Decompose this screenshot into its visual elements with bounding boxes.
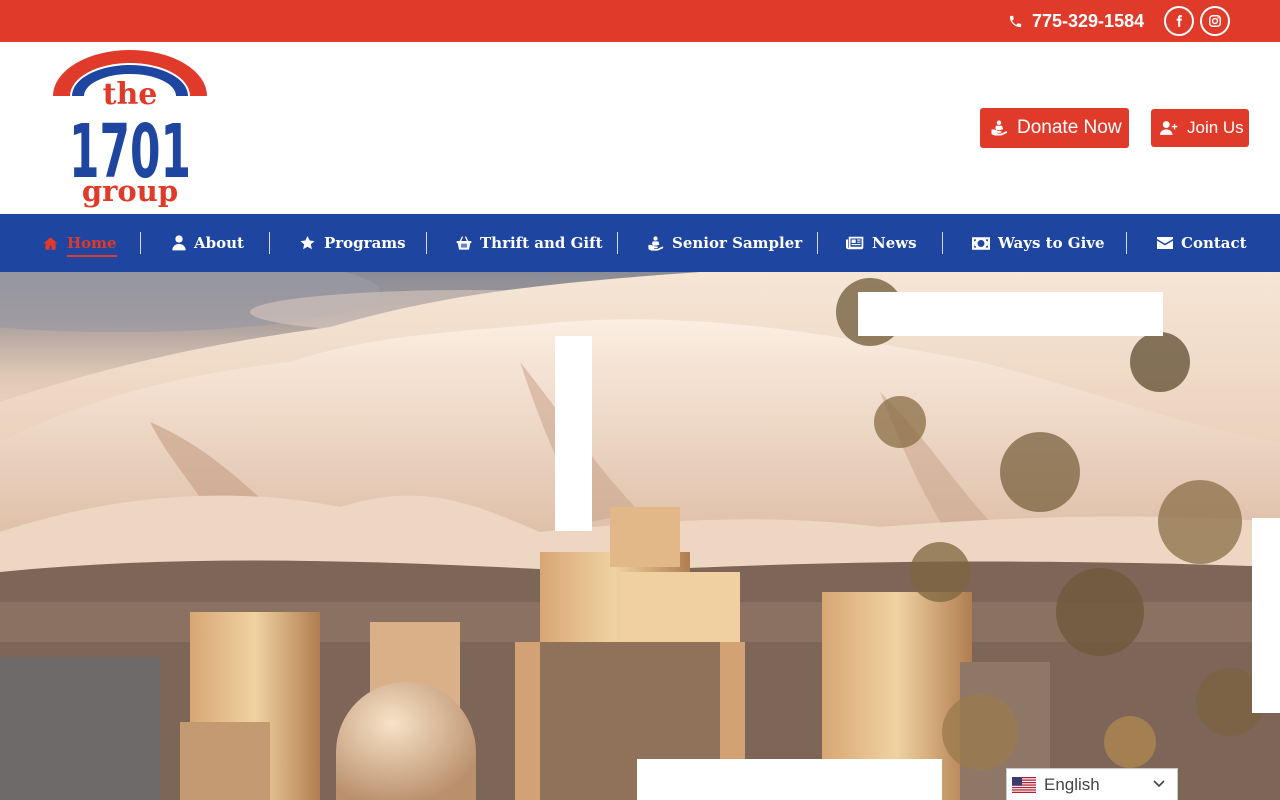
overlay-panel <box>858 292 1163 336</box>
newspaper-icon <box>846 236 864 250</box>
hand-giving-icon <box>991 120 1008 136</box>
join-us-label: Join Us <box>1187 118 1244 137</box>
mountain-city-illustration <box>0 272 1280 800</box>
facebook-link[interactable] <box>1164 6 1194 36</box>
envelope-icon <box>1157 237 1173 249</box>
nav-divider <box>817 232 818 254</box>
chevron-down-icon <box>1153 780 1165 788</box>
main-nav: Home About Programs Thrift and Gift Seni… <box>0 214 1280 272</box>
nav-item-about[interactable]: About <box>172 214 244 272</box>
nav-item-ways-to-give[interactable]: Ways to Give <box>972 214 1105 272</box>
money-icon <box>972 236 990 250</box>
nav-label-contact: Contact <box>1181 234 1247 252</box>
nav-label-thrift-and-gift: Thrift and Gift <box>480 234 603 252</box>
nav-label-home: Home <box>67 234 117 257</box>
phone-link[interactable]: 775-329-1584 <box>1008 10 1144 32</box>
language-label: English <box>1044 774 1100 794</box>
nav-label-about: About <box>194 234 244 252</box>
nav-item-contact[interactable]: Contact <box>1157 214 1247 272</box>
basket-icon <box>456 236 472 250</box>
top-bar: 775-329-1584 <box>0 0 1280 42</box>
nav-divider <box>426 232 427 254</box>
nav-divider <box>1126 232 1127 254</box>
donate-now-label: Donate Now <box>1017 117 1122 138</box>
us-flag-icon <box>1012 776 1036 793</box>
nav-item-news[interactable]: News <box>846 214 917 272</box>
nav-item-home[interactable]: Home <box>42 214 117 272</box>
hand-giving-icon <box>648 235 664 251</box>
nav-divider <box>942 232 943 254</box>
hero-image <box>0 272 1280 800</box>
overlay-panel <box>555 336 592 531</box>
join-us-button[interactable]: Join Us <box>1151 109 1249 147</box>
user-icon <box>172 235 186 251</box>
logo-text-group: group <box>82 174 178 208</box>
nav-label-programs: Programs <box>324 234 406 252</box>
nav-label-news: News <box>872 234 917 252</box>
phone-icon <box>1009 15 1022 27</box>
user-plus-icon <box>1160 121 1178 135</box>
overlay-panel <box>1252 518 1280 713</box>
nav-divider <box>269 232 270 254</box>
language-selector[interactable]: English <box>1006 768 1178 800</box>
instagram-link[interactable] <box>1200 6 1230 36</box>
overlay-panel <box>637 759 942 800</box>
star-icon <box>300 236 315 250</box>
nav-item-senior-sampler[interactable]: Senior Sampler <box>647 214 802 272</box>
home-icon <box>43 236 58 250</box>
nav-label-ways-to-give: Ways to Give <box>998 234 1105 252</box>
nav-divider <box>617 232 618 254</box>
site-header: the 1701 group Donate Now Join Us <box>0 42 1280 214</box>
nav-divider <box>140 232 141 254</box>
logo-text-the: the <box>103 77 158 112</box>
phone-number: 775-329-1584 <box>1032 10 1145 31</box>
instagram-icon <box>1209 15 1221 27</box>
site-logo[interactable]: the 1701 group <box>50 46 210 208</box>
nav-label-senior-sampler: Senior Sampler <box>672 234 803 252</box>
nav-item-programs[interactable]: Programs <box>299 214 406 272</box>
nav-item-thrift-and-gift[interactable]: Thrift and Gift <box>456 214 603 272</box>
donate-now-button[interactable]: Donate Now <box>980 108 1129 148</box>
facebook-icon <box>1176 15 1182 27</box>
